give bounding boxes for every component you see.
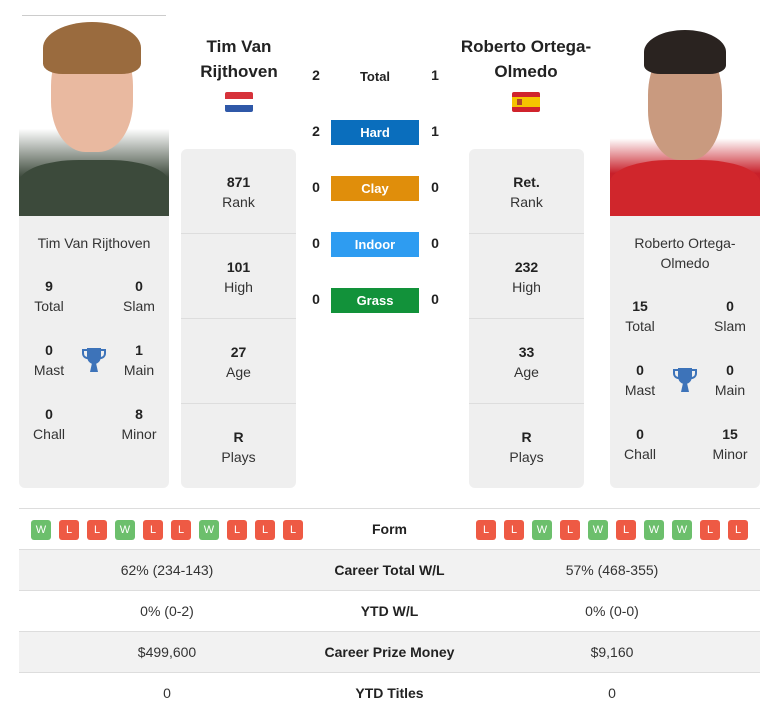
player1-titles-total: 9 Total [34, 278, 64, 314]
surface-clay-button[interactable]: Clay [331, 176, 419, 201]
player2-rank: Ret. Rank [469, 149, 584, 234]
player1-titles-slam: 0 Slam [123, 278, 155, 314]
player1-titles-chall: 0 Chall [33, 406, 65, 442]
player2-titles-minor: 15 Minor [712, 426, 748, 462]
player2-ytd-wl: 0% (0-0) [585, 603, 639, 619]
player2-name-line2: Olmedo [494, 62, 558, 81]
h2h-hard-p2: 1 [431, 123, 439, 139]
player1-name-line1: Tim Van [206, 37, 272, 56]
player1-card-name: Tim Van Rijthoven [37, 235, 151, 251]
ytd-titles-label: YTD Titles [355, 685, 424, 701]
player1-name-line2: Rijthoven [200, 62, 278, 81]
trophy-icon [82, 348, 106, 372]
player2-photo[interactable] [610, 22, 760, 216]
player2-name[interactable]: Roberto Ortega- Olmedo [455, 34, 597, 84]
form-badge-loss[interactable]: L [143, 520, 163, 540]
table-row: 62% (234-143) Career Total W/L 57% (468-… [19, 550, 760, 591]
player1-name[interactable]: Tim Van Rijthoven [180, 34, 298, 84]
player2-titles-mast: 0 Mast [624, 362, 656, 398]
player1-hair [43, 22, 141, 74]
ytd-wl-label: YTD W/L [360, 603, 419, 619]
form-badge-win[interactable]: W [115, 520, 135, 540]
surface-indoor-button[interactable]: Indoor [331, 232, 419, 257]
h2h-total-p1: 2 [312, 67, 320, 83]
form-label: Form [372, 521, 407, 537]
player2-titles-main: 0 Main [714, 362, 746, 398]
h2h-grass-p1: 0 [312, 291, 320, 307]
form-badge-loss[interactable]: L [560, 520, 580, 540]
h2h-indoor-p1: 0 [312, 235, 320, 251]
player1-ytd-wl: 0% (0-2) [140, 603, 194, 619]
form-badge-loss[interactable]: L [227, 520, 247, 540]
trophy-icon [673, 368, 697, 392]
netherlands-flag-icon [225, 92, 253, 112]
player1-age: 27 Age [181, 319, 296, 404]
player1-titles-main: 1 Main [123, 342, 155, 378]
player2-prize-money: $9,160 [590, 644, 634, 660]
player1-prize-money: $499,600 [137, 644, 197, 660]
player2-plays: R Plays [509, 429, 544, 465]
player2-high: 232 High [469, 234, 584, 319]
prize-money-label: Career Prize Money [324, 644, 455, 660]
form-badge-loss[interactable]: L [171, 520, 191, 540]
player1-titles-card: Tim Van Rijthoven 9 Total 0 Slam 0 Mast 1 Ma… [19, 216, 169, 488]
surface-hard-button[interactable]: Hard [331, 120, 419, 145]
surface-grass-button[interactable]: Grass [331, 288, 419, 313]
player1-titles-mast: 0 Mast [33, 342, 65, 378]
player2-career-wl: 57% (468-355) [565, 562, 659, 578]
h2h-grass-p2: 0 [431, 291, 439, 307]
player2-titles-total: 15 Total [625, 298, 655, 334]
form-badge-loss[interactable]: L [700, 520, 720, 540]
player1-plays: R Plays [221, 429, 256, 465]
form-badge-loss[interactable]: L [728, 520, 748, 540]
player1-form: WLLWLLWLLL [31, 520, 303, 540]
player2-ytd-titles: 0 [608, 685, 616, 701]
career-wl-label: Career Total W/L [334, 562, 445, 578]
spain-flag-icon [512, 92, 540, 112]
player1-high: 101 High [181, 234, 296, 319]
form-badge-loss[interactable]: L [87, 520, 107, 540]
player2-age: 33 Age [469, 319, 584, 404]
table-row: 0 YTD Titles 0 [19, 673, 760, 714]
player1-shirt [19, 160, 169, 216]
h2h-hard-p1: 2 [312, 123, 320, 139]
player2-titles-card: Roberto Ortega- Olmedo 15 Total 0 Slam 0 Ma… [610, 216, 760, 488]
form-badge-loss[interactable]: L [255, 520, 275, 540]
h2h-total-label: Total [359, 69, 391, 84]
table-row: $499,600 Career Prize Money $9,160 [19, 632, 760, 673]
player1-titles-minor: 8 Minor [121, 406, 157, 442]
form-badge-win[interactable]: W [588, 520, 608, 540]
form-badge-win[interactable]: W [532, 520, 552, 540]
table-row: 0% (0-2) YTD W/L 0% (0-0) [19, 591, 760, 632]
form-badge-loss[interactable]: L [59, 520, 79, 540]
player2-name-line1: Roberto Ortega- [460, 37, 592, 56]
form-badge-loss[interactable]: L [616, 520, 636, 540]
player1-rank: 871 Rank [181, 149, 296, 234]
player2-info-panel: Ret. Rank 232 High 33 Age R Plays [469, 149, 584, 488]
h2h-total-p2: 1 [431, 67, 439, 83]
player2-titles-chall: 0 Chall [624, 426, 656, 462]
player1-ytd-titles: 0 [163, 685, 171, 701]
player2-titles-slam: 0 Slam [714, 298, 746, 334]
form-row: WLLWLLWLLL Form LLWLWLWWLL [19, 509, 760, 550]
form-badge-loss[interactable]: L [283, 520, 303, 540]
player1-career-wl: 62% (234-143) [120, 562, 214, 578]
form-badge-win[interactable]: W [199, 520, 219, 540]
form-badge-win[interactable]: W [644, 520, 664, 540]
h2h-clay-p1: 0 [312, 179, 320, 195]
player1-info-panel: 871 Rank 101 High 27 Age R Plays [181, 149, 296, 488]
form-badge-win[interactable]: W [31, 520, 51, 540]
h2h-indoor-p2: 0 [431, 235, 439, 251]
divider [22, 15, 166, 16]
player2-card-name: Roberto Ortega- Olmedo [634, 235, 736, 271]
h2h-clay-p2: 0 [431, 179, 439, 195]
player2-hair [644, 30, 726, 74]
player2-form: LLWLWLWWLL [476, 520, 748, 540]
player1-photo[interactable] [19, 22, 169, 216]
form-badge-loss[interactable]: L [504, 520, 524, 540]
form-badge-loss[interactable]: L [476, 520, 496, 540]
player2-shirt [610, 160, 760, 216]
form-badge-win[interactable]: W [672, 520, 692, 540]
